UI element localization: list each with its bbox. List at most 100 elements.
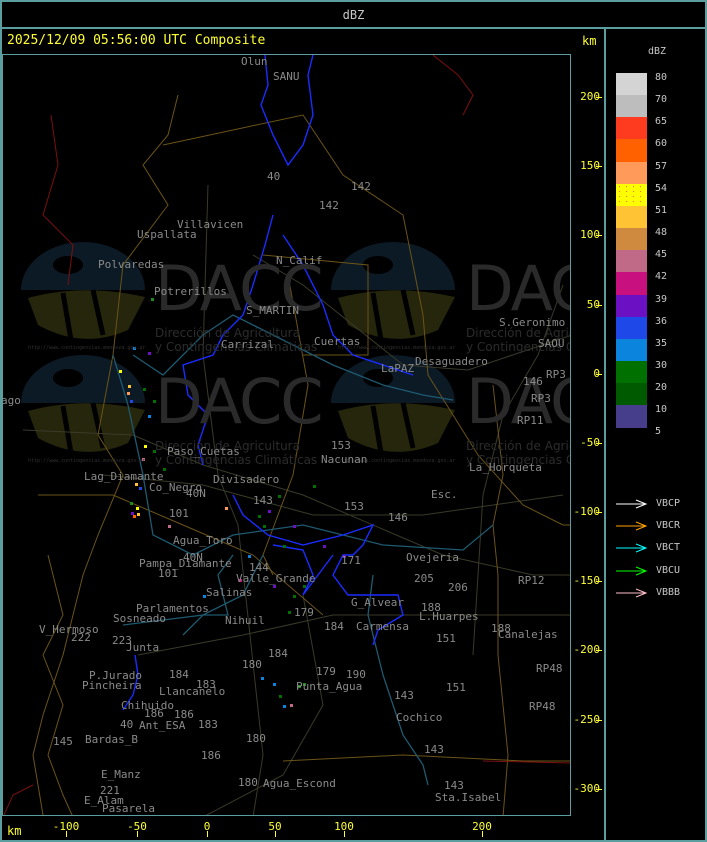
- y-tick-mark: [596, 235, 602, 236]
- radar-echo: [144, 445, 147, 448]
- place-label: Agua_Escond: [263, 777, 336, 790]
- x-tick-mark: [137, 831, 138, 837]
- legend-level: 5: [655, 426, 662, 438]
- radar-echo: [323, 545, 326, 548]
- watermark-url: http://www.contingencias.mendoza.gov.ar: [28, 345, 146, 351]
- place-label: Sta.Isabel: [435, 791, 502, 804]
- radar-echo: [273, 585, 276, 588]
- y-tick-mark: [596, 374, 602, 375]
- legend-level: 30: [655, 359, 668, 371]
- radar-echo: [278, 495, 281, 498]
- place-label: S.Geronimo: [499, 316, 566, 329]
- place-label: RP48: [536, 662, 563, 675]
- place-label: 153: [344, 500, 364, 513]
- y-tick-mark: [596, 720, 602, 721]
- place-label: 142: [319, 199, 339, 212]
- legend-swatch: [616, 383, 647, 407]
- place-label: Paso_Cuetas: [167, 445, 240, 458]
- place-label: 183: [196, 678, 216, 691]
- place-label: 206: [448, 581, 468, 594]
- place-label: 143: [394, 689, 414, 702]
- legend-level: 20: [655, 382, 668, 394]
- radar-echo: [288, 611, 291, 614]
- place-label: 183: [198, 718, 218, 731]
- place-label: Polvaredas: [98, 258, 165, 271]
- legend-swatch: [616, 360, 647, 384]
- legend-swatch: [616, 405, 647, 429]
- legend-swatch: [616, 73, 647, 96]
- arrow-icon: [616, 521, 648, 531]
- legend-level: 36: [655, 315, 668, 327]
- arrow-legend-label: VBBB: [656, 586, 681, 598]
- legend-swatch: [616, 205, 647, 229]
- place-label: Junta: [126, 641, 160, 654]
- place-label: 40: [267, 170, 281, 183]
- place-label: Pincheira: [82, 679, 142, 692]
- legend-level: 10: [655, 404, 668, 416]
- place-label: 40: [120, 718, 134, 731]
- place-label: Cochico: [396, 711, 443, 724]
- y-tick-mark: [596, 166, 602, 167]
- arrow-icon: [616, 566, 648, 576]
- place-label: 151: [446, 681, 466, 694]
- y-tick-mark: [596, 789, 602, 790]
- radar-echo: [279, 695, 282, 698]
- x-tick-mark: [66, 831, 67, 837]
- place-label: Esc.: [431, 488, 458, 501]
- place-label: 222: [71, 631, 91, 644]
- y-tick-mark: [596, 443, 602, 444]
- header-title: dBZ: [342, 8, 365, 22]
- place-label: Carmensa: [356, 620, 409, 633]
- place-label: 171: [341, 554, 361, 567]
- place-label: Uspallata: [137, 228, 197, 241]
- legend-level: 42: [655, 271, 668, 283]
- radar-echo: [168, 525, 171, 528]
- radar-map[interactable]: DACC DACC DACC DACC Dirección de Agricul…: [2, 54, 571, 816]
- x-axis-unit: km: [7, 824, 22, 838]
- place-label: ago: [2, 394, 21, 407]
- place-label: RP12: [518, 574, 545, 587]
- place-label: Salinas: [206, 586, 253, 599]
- radar-echo: [130, 502, 133, 505]
- place-label: Desaguadero: [415, 355, 488, 368]
- legend-title: dBZ: [648, 46, 667, 57]
- arrow-icon: [616, 499, 648, 509]
- radar-echo: [290, 704, 293, 707]
- place-label: Bardas_B: [85, 733, 138, 746]
- x-tick-mark: [275, 831, 276, 837]
- radar-echo: [139, 487, 142, 490]
- radar-echo: [293, 525, 296, 528]
- radar-echo: [148, 415, 151, 418]
- place-label: 179: [294, 606, 314, 619]
- place-label: 180: [246, 732, 266, 745]
- y-tick-mark: [596, 581, 602, 582]
- place-label: 101: [169, 507, 189, 520]
- radar-echo: [303, 585, 306, 588]
- place-label: N_Calif: [276, 254, 323, 267]
- radar-echo: [119, 370, 122, 373]
- y-tick-mark: [596, 650, 602, 651]
- place-label: Nihuil: [225, 614, 265, 627]
- legend-swatch: [616, 338, 647, 362]
- legend-swatch: [616, 294, 647, 318]
- legend-swatch: [616, 161, 647, 185]
- place-label: 142: [351, 180, 371, 193]
- place-label: RP48: [529, 700, 556, 713]
- place-label: RP11: [517, 414, 544, 427]
- radar-echo: [248, 555, 251, 558]
- place-label: 179: [316, 665, 336, 678]
- legend-swatch: [616, 117, 647, 141]
- radar-echo: [143, 388, 146, 391]
- x-tick-mark: [207, 831, 208, 837]
- border: [42, 554, 73, 815]
- dacc-logo: [21, 355, 145, 454]
- place-label: Pampa_Diamante: [139, 557, 232, 570]
- radar-echo: [313, 485, 316, 488]
- legend-swatch: [616, 183, 647, 207]
- legend-level: 35: [655, 337, 668, 349]
- radar-echo: [268, 510, 271, 513]
- radar-echo: [263, 525, 266, 528]
- radar-echo: [261, 677, 264, 680]
- radar-echo: [293, 595, 296, 598]
- place-label: SAOU: [538, 337, 565, 350]
